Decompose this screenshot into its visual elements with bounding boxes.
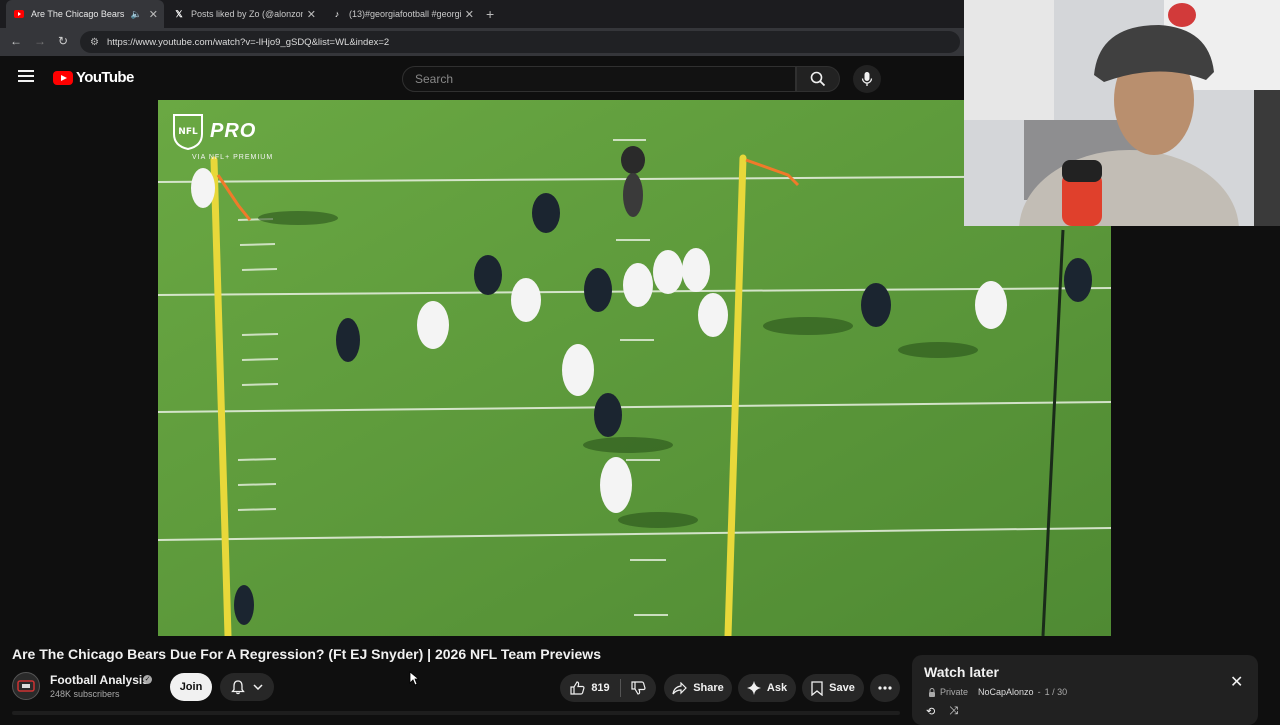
page-scrollbar[interactable] <box>1268 226 1280 720</box>
url-text: https://www.youtube.com/watch?v=-lHjo9_g… <box>106 36 390 48</box>
forward-arrow-icon[interactable]: → <box>34 34 46 48</box>
tab-label: Posts liked by Zo (@alonzonem <box>191 9 303 19</box>
x-favicon-icon: 𝕏 <box>175 8 183 19</box>
description-box-edge <box>12 711 900 715</box>
close-tab-icon[interactable]: ✕ <box>465 8 474 21</box>
verified-badge-icon: ✓ <box>143 675 152 684</box>
close-playlist-icon[interactable]: ✕ <box>1230 672 1243 692</box>
share-label: Share <box>693 682 724 694</box>
channel-name[interactable]: Football Analysis <box>50 673 149 687</box>
more-horizontal-icon <box>878 686 892 690</box>
webcam-feed <box>964 0 1280 226</box>
svg-text:NFL: NFL <box>178 127 198 137</box>
browser-tab-bar: Are The Chicago Bears Due 🔈 ✕ 𝕏 Posts li… <box>0 0 964 28</box>
tiktok-favicon-icon: ♪ <box>334 9 340 19</box>
reload-icon[interactable]: ↻ <box>58 34 68 48</box>
privacy-label: Private <box>940 687 969 697</box>
tab-x-posts[interactable]: 𝕏 Posts liked by Zo (@alonzonem ✕ <box>166 0 322 28</box>
watch-later-panel: Watch later ✕ Private NoCapAlonzo - 1 / … <box>912 655 1258 725</box>
webcam-overlay <box>964 0 1280 226</box>
join-button[interactable]: Join <box>170 673 212 701</box>
channel-logo-icon <box>17 680 35 692</box>
browser-address-bar: ← → ↻ ⚙ https://www.youtube.com/watch?v=… <box>0 28 964 56</box>
voice-search-button[interactable] <box>853 65 881 93</box>
bell-icon <box>231 679 245 694</box>
loop-icon[interactable]: ⟲ <box>926 705 935 718</box>
thumbs-down-icon[interactable] <box>631 681 646 695</box>
like-count: 819 <box>591 682 610 694</box>
ask-button[interactable]: Ask <box>738 674 796 702</box>
youtube-play-icon <box>53 70 73 85</box>
chevron-down-icon <box>253 684 263 690</box>
close-tab-icon[interactable]: ✕ <box>307 8 316 21</box>
playlist-controls: ⟲ ⤨ <box>926 705 958 718</box>
youtube-header: YouTube Search <box>0 56 964 100</box>
shuffle-icon[interactable]: ⤨ <box>949 705 958 718</box>
pro-label: PRO <box>210 119 257 142</box>
notification-button[interactable] <box>220 673 274 701</box>
bookmark-icon <box>811 680 823 696</box>
subscriber-count: 248K subscribers <box>50 689 120 699</box>
like-divider <box>619 679 621 697</box>
close-tab-icon[interactable]: ✕ <box>149 8 158 21</box>
tab-label: Are The Chicago Bears Due <box>31 9 127 19</box>
ask-label: Ask <box>766 682 788 694</box>
share-arrow-icon <box>672 681 688 694</box>
nfl-shield-icon: NFL <box>173 114 203 150</box>
tab-label: (13)#georgiafootball #georgia <box>349 9 461 19</box>
channel-avatar[interactable] <box>12 672 40 700</box>
nfl-pro-watermark: NFL PRO <box>172 112 256 150</box>
video-title: Are The Chicago Bears Due For A Regressi… <box>12 646 601 662</box>
new-tab-icon[interactable]: + <box>486 6 494 22</box>
save-label: Save <box>829 682 855 694</box>
like-button[interactable]: 819 <box>570 681 610 695</box>
tab-youtube-video[interactable]: Are The Chicago Bears Due 🔈 ✕ <box>6 0 164 28</box>
search-icon <box>810 71 826 87</box>
hamburger-menu-icon[interactable] <box>18 70 34 82</box>
thumbs-up-icon <box>570 681 585 695</box>
search-button[interactable] <box>796 66 840 92</box>
playlist-meta: Private NoCapAlonzo - 1 / 30 <box>928 687 1067 697</box>
more-actions-button[interactable] <box>870 674 900 702</box>
search-placeholder: Search <box>415 72 454 86</box>
like-dislike-group: 819 <box>560 674 656 702</box>
search-input[interactable]: Search <box>402 66 796 92</box>
url-field[interactable]: ⚙ https://www.youtube.com/watch?v=-lHjo9… <box>80 31 960 53</box>
microphone-icon <box>861 72 873 86</box>
speaker-icon[interactable]: 🔈 <box>131 9 142 20</box>
meta-separator: - <box>1037 687 1041 697</box>
back-arrow-icon[interactable]: ← <box>10 34 22 48</box>
mouse-cursor-icon <box>409 671 419 686</box>
playlist-title[interactable]: Watch later <box>924 664 999 680</box>
tab-tiktok[interactable]: ♪ (13)#georgiafootball #georgia ✕ <box>324 0 480 28</box>
save-button[interactable]: Save <box>802 674 864 702</box>
lock-icon <box>929 687 935 697</box>
site-info-icon[interactable]: ⚙ <box>90 37 99 48</box>
playlist-owner[interactable]: NoCapAlonzo <box>978 687 1034 697</box>
youtube-logo[interactable]: YouTube <box>53 69 134 86</box>
premium-label: VIA NFL+ PREMIUM <box>192 154 274 161</box>
share-button[interactable]: Share <box>664 674 732 702</box>
playlist-position: 1 / 30 <box>1044 687 1068 697</box>
youtube-favicon-icon <box>14 9 24 19</box>
youtube-logo-text: YouTube <box>76 69 134 86</box>
sparkle-icon <box>746 681 761 695</box>
